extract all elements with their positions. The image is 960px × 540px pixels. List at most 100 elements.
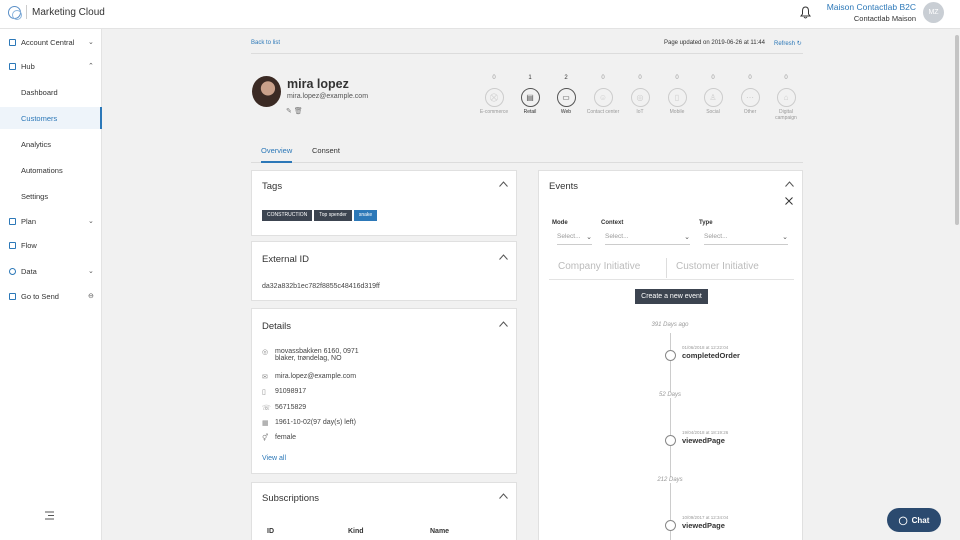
chevron-up-icon[interactable] — [499, 181, 508, 187]
logo-icon — [8, 5, 22, 20]
top-bar: Marketing Cloud Maison Contactlab B2C Co… — [0, 0, 960, 29]
tag[interactable]: Top spender — [314, 210, 352, 221]
sidebar-item-label: Hub — [21, 61, 35, 71]
trash-icon[interactable]: 🗑︎ — [294, 108, 303, 115]
detail-gender: ⚥ female — [262, 434, 296, 442]
channel-retail[interactable]: 1 ▤ Retail — [512, 75, 548, 115]
address-line-1: movassbakken 6160, 0971 — [275, 348, 359, 355]
refresh-icon: ↻ — [796, 41, 802, 47]
channel-label: Retail — [523, 109, 537, 115]
sidebar-item-label: Analytics — [21, 139, 52, 149]
sidebar-item-settings[interactable]: Settings — [0, 185, 102, 207]
sidebar-item-automations[interactable]: Automations — [0, 159, 102, 181]
monitor-icon: ▭ — [556, 88, 576, 107]
sidebar-item-hub[interactable]: Hub ⌃ — [0, 55, 102, 77]
tags-card: Tags CONSTRUCTION Top spender snake — [251, 170, 517, 236]
event-node[interactable] — [665, 520, 676, 531]
sidebar-item-account-central[interactable]: Account Central ⌄ — [0, 31, 102, 53]
detail-address: ◎ movassbakken 6160, 0971 blaker, trøndel… — [262, 348, 359, 362]
collapse-sidebar-icon[interactable] — [45, 511, 54, 520]
sidebar-item-label: Customers — [21, 113, 58, 123]
divider — [251, 53, 803, 54]
mail-icon: ✉ — [262, 374, 268, 381]
chat-button[interactable]: ◯ Chat — [887, 508, 941, 532]
detail-mobile-value: 91098917 — [275, 388, 307, 395]
tab-overview[interactable]: Overview — [261, 146, 293, 163]
channel-label: E-commerce — [479, 109, 509, 115]
sidebar-item-label: Dashboard — [21, 87, 58, 97]
event-name[interactable]: completedOrder — [682, 351, 740, 360]
detail-email-value: mira.lopez@example.com — [275, 373, 357, 380]
event-node[interactable] — [665, 350, 676, 361]
tag[interactable]: CONSTRUCTION — [262, 210, 313, 221]
channel-iot[interactable]: 0 ◎ IoT — [622, 75, 658, 115]
detail-phone: ☏ 56715829 — [262, 404, 306, 412]
channel-count: 0 — [492, 75, 496, 81]
org-switcher[interactable]: Maison Contactlab B2C Contactlab Maison — [827, 2, 916, 24]
sidebar-item-dashboard[interactable]: Dashboard — [0, 81, 102, 103]
app-logo[interactable]: Marketing Cloud — [8, 5, 105, 20]
column-header-id[interactable]: ID — [267, 528, 274, 535]
tab-consent[interactable]: Consent — [312, 146, 340, 163]
chevron-down-icon: ⌄ — [88, 268, 94, 275]
view-all-link[interactable]: View all — [262, 455, 286, 462]
profile-avatar — [252, 76, 281, 107]
detail-birthday-value: 1961-10-02(97 day(s) left) — [275, 419, 356, 426]
channel-ecommerce[interactable]: 0 ⛒ E-commerce — [476, 75, 512, 115]
tab-customer-initiative[interactable]: Customer Initiative — [676, 261, 759, 272]
chevron-down-icon: ⌄ — [684, 234, 690, 241]
scrollbar-thumb[interactable] — [955, 35, 959, 225]
sidebar-item-flow[interactable]: Flow — [0, 234, 102, 256]
sidebar-item-plan[interactable]: Plan ⌄ — [0, 210, 102, 232]
send-icon — [9, 293, 16, 300]
sidebar-item-data[interactable]: Data ⌄ — [0, 260, 102, 282]
edit-icon[interactable]: ✎ — [286, 108, 292, 115]
type-select[interactable]: Select... ⌄ — [704, 233, 788, 245]
sidebar-item-go-to-send[interactable]: Go to Send ⊖ — [0, 285, 102, 307]
channel-other[interactable]: 0 ⋯ Other — [732, 75, 768, 115]
column-header-name[interactable]: Name — [430, 528, 449, 535]
filter-label-mode: Mode — [552, 220, 568, 226]
channel-label: Mobile — [669, 109, 685, 115]
chevron-up-icon[interactable] — [499, 321, 508, 327]
chevron-up-icon[interactable] — [785, 181, 794, 187]
create-event-button[interactable]: Create a new event — [635, 289, 708, 304]
refresh-button[interactable]: Refresh ↻ — [774, 40, 802, 47]
bell-icon[interactable] — [800, 6, 811, 19]
event-name[interactable]: viewedPage — [682, 521, 725, 530]
page-scrollbar[interactable] — [954, 29, 960, 540]
sidebar-item-customers[interactable]: Customers — [0, 107, 102, 129]
timeline-gap: 212 Days — [640, 477, 700, 483]
profile-tabs: Overview Consent — [251, 146, 803, 163]
detail-email: ✉ mira.lopez@example.com — [262, 373, 356, 381]
event-name[interactable]: viewedPage — [682, 436, 725, 445]
data-icon — [9, 268, 16, 275]
chevron-up-icon[interactable] — [499, 493, 508, 499]
user-avatar[interactable]: MZ — [923, 2, 944, 23]
context-select[interactable]: Select... ⌄ — [605, 233, 690, 245]
campaign-icon: ⌂ — [776, 88, 796, 107]
event-node[interactable] — [665, 435, 676, 446]
close-icon[interactable] — [785, 197, 793, 205]
channel-contact-center[interactable]: 0 ☺ Contact center — [585, 75, 621, 115]
channel-count: 0 — [638, 75, 642, 81]
agent-icon: ☺ — [593, 88, 613, 107]
social-icon: ♙ — [703, 88, 723, 107]
mobile-icon: ▯ — [667, 88, 687, 107]
mode-select[interactable]: Select... ⌄ — [557, 233, 592, 245]
chevron-down-icon: ⌄ — [88, 39, 94, 46]
tag[interactable]: snake — [353, 210, 378, 221]
chevron-up-icon[interactable] — [499, 254, 508, 260]
filter-label-type: Type — [699, 220, 713, 226]
back-to-list-link[interactable]: Back to list — [251, 40, 280, 46]
channel-digital-campaign[interactable]: 0 ⌂ Digital campaign — [768, 75, 804, 121]
channel-social[interactable]: 0 ♙ Social — [695, 75, 731, 115]
address-text: movassbakken 6160, 0971 blaker, trøndelag… — [275, 348, 359, 362]
sidebar-item-analytics[interactable]: Analytics — [0, 133, 102, 155]
logo-divider — [26, 5, 27, 19]
channel-web[interactable]: 2 ▭ Web — [548, 75, 584, 115]
column-header-kind[interactable]: Kind — [348, 528, 364, 535]
channel-mobile[interactable]: 0 ▯ Mobile — [659, 75, 695, 115]
tab-company-initiative[interactable]: Company Initiative — [558, 261, 640, 272]
sidebar-item-label: Plan — [21, 216, 37, 226]
